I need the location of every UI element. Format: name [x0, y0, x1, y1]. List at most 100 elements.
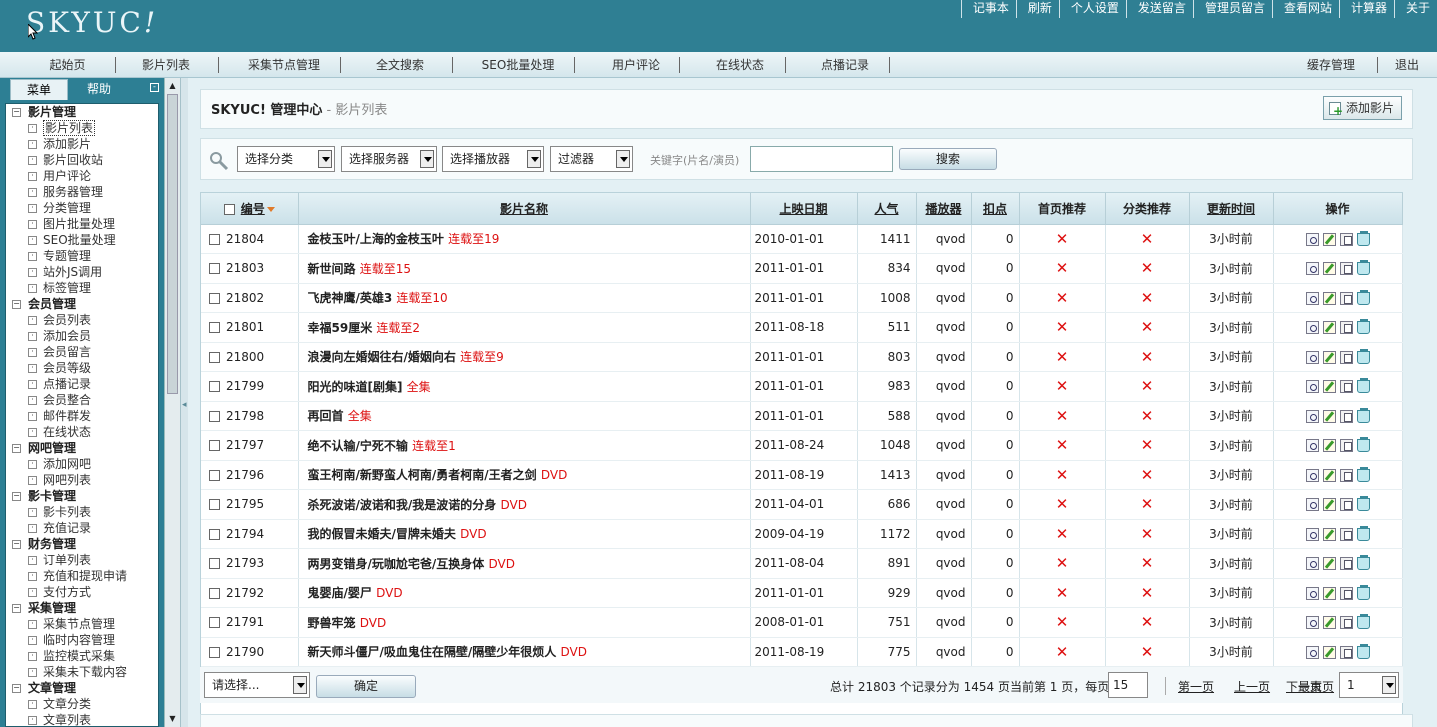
edit-icon[interactable] — [1322, 645, 1336, 659]
copy-icon[interactable] — [1339, 616, 1353, 630]
top-link[interactable]: 关于 — [1393, 0, 1437, 18]
row-checkbox[interactable] — [209, 440, 220, 452]
top-link[interactable]: 记事本 — [960, 0, 1016, 18]
row-checkbox[interactable] — [209, 469, 220, 481]
scroll-down-icon[interactable]: ▼ — [167, 713, 178, 725]
copy-icon[interactable] — [1339, 645, 1353, 659]
cross-icon[interactable]: ✕ — [1056, 259, 1069, 277]
edit-icon[interactable] — [1322, 586, 1336, 600]
cross-icon[interactable]: ✕ — [1056, 495, 1069, 513]
trash-icon[interactable] — [1356, 230, 1370, 246]
top-link[interactable]: 查看网站 — [1271, 0, 1339, 18]
edit-icon[interactable] — [1322, 321, 1336, 335]
cell-name[interactable]: 再回首 全集 — [298, 401, 751, 431]
col-popularity[interactable]: 人气 — [857, 193, 917, 225]
cross-icon[interactable]: ✕ — [1056, 318, 1069, 336]
edit-icon[interactable] — [1322, 468, 1336, 482]
confirm-button[interactable]: 确定 — [316, 675, 416, 698]
cell-category-recommend[interactable]: ✕ — [1105, 607, 1190, 638]
collapse-box-icon[interactable]: − — [12, 540, 21, 549]
menu-item[interactable]: · 标签管理 — [6, 280, 158, 296]
menu-item[interactable]: · 采集未下载内容 — [6, 664, 158, 680]
trash-icon[interactable] — [1356, 496, 1370, 512]
cell-home-recommend[interactable]: ✕ — [1019, 224, 1106, 254]
menu-group[interactable]: − 采集管理 — [6, 600, 158, 616]
row-checkbox[interactable] — [209, 292, 220, 304]
cell-name[interactable]: 我的假冒未婚夫/冒牌未婚夫 DVD — [298, 519, 751, 549]
first-page-link[interactable]: 第一页 — [1178, 678, 1214, 695]
cross-icon[interactable]: ✕ — [1141, 407, 1154, 425]
menu-item[interactable]: · 分类管理 — [6, 200, 158, 216]
cell-name[interactable]: 绝不认输/宁死不输 连载至1 — [298, 430, 751, 461]
menu-item[interactable]: · 订单列表 — [6, 552, 158, 568]
cross-icon[interactable]: ✕ — [1141, 348, 1154, 366]
trash-icon[interactable] — [1356, 555, 1370, 571]
cell-home-recommend[interactable]: ✕ — [1019, 253, 1106, 284]
cell-home-recommend[interactable]: ✕ — [1019, 401, 1106, 431]
cell-category-recommend[interactable]: ✕ — [1105, 224, 1190, 254]
cell-home-recommend[interactable]: ✕ — [1019, 283, 1106, 313]
copy-icon[interactable] — [1339, 586, 1353, 600]
view-icon[interactable] — [1305, 232, 1319, 246]
trash-icon[interactable] — [1356, 584, 1370, 600]
menu-item[interactable]: · 站外JS调用 — [6, 264, 158, 280]
nav-item[interactable]: SEO批量处理 — [456, 52, 580, 78]
row-checkbox[interactable] — [209, 499, 220, 511]
edit-icon[interactable] — [1322, 616, 1336, 630]
per-page-input[interactable]: 15 — [1108, 672, 1148, 698]
top-link[interactable]: 个人设置 — [1058, 0, 1126, 18]
edit-icon[interactable] — [1322, 527, 1336, 541]
trash-icon[interactable] — [1356, 466, 1370, 482]
copy-icon[interactable] — [1339, 232, 1353, 246]
cross-icon[interactable]: ✕ — [1141, 613, 1154, 631]
cell-category-recommend[interactable]: ✕ — [1105, 637, 1190, 667]
page-select[interactable]: 1 — [1339, 672, 1399, 698]
filter-select[interactable]: 过滤器 — [550, 146, 633, 172]
view-icon[interactable] — [1305, 262, 1319, 276]
cell-home-recommend[interactable]: ✕ — [1019, 548, 1106, 579]
menu-item[interactable]: · 网吧列表 — [6, 472, 158, 488]
copy-icon[interactable] — [1339, 262, 1353, 276]
collapse-icon[interactable]: - — [150, 83, 159, 92]
copy-icon[interactable] — [1339, 527, 1353, 541]
cross-icon[interactable]: ✕ — [1141, 643, 1154, 661]
row-checkbox[interactable] — [209, 233, 220, 245]
trash-icon[interactable] — [1356, 614, 1370, 630]
menu-item[interactable]: · 充值和提现申请 — [6, 568, 158, 584]
keyword-input[interactable] — [750, 146, 893, 172]
menu-item[interactable]: · 点播记录 — [6, 376, 158, 392]
nav-logout[interactable]: 退出 — [1382, 52, 1432, 78]
view-icon[interactable] — [1305, 468, 1319, 482]
cell-category-recommend[interactable]: ✕ — [1105, 283, 1190, 313]
row-checkbox[interactable] — [209, 322, 220, 334]
nav-item[interactable]: 采集节点管理 — [222, 52, 346, 78]
cross-icon[interactable]: ✕ — [1141, 466, 1154, 484]
cross-icon[interactable]: ✕ — [1056, 289, 1069, 307]
edit-icon[interactable] — [1322, 409, 1336, 423]
col-id[interactable]: 编号 — [201, 193, 299, 225]
top-link[interactable]: 管理员留言 — [1192, 0, 1272, 18]
view-icon[interactable] — [1305, 616, 1319, 630]
menu-item[interactable]: · 文章分类 — [6, 696, 158, 712]
cell-name[interactable]: 两男变错身/玩咖尬宅爸/互换身体 DVD — [298, 548, 751, 579]
row-checkbox[interactable] — [209, 410, 220, 422]
view-icon[interactable] — [1305, 291, 1319, 305]
copy-icon[interactable] — [1339, 409, 1353, 423]
view-icon[interactable] — [1305, 439, 1319, 453]
cell-name[interactable]: 飞虎神鹰/英雄3 连载至10 — [298, 283, 751, 313]
cross-icon[interactable]: ✕ — [1056, 348, 1069, 366]
trash-icon[interactable] — [1356, 407, 1370, 423]
copy-icon[interactable] — [1339, 380, 1353, 394]
cell-name[interactable]: 蛮王柯南/新野蛮人柯南/勇者柯南/王者之剑 DVD — [298, 460, 751, 490]
trash-icon[interactable] — [1356, 319, 1370, 335]
menu-item[interactable]: · 监控模式采集 — [6, 648, 158, 664]
menu-item[interactable]: · 用户评论 — [6, 168, 158, 184]
cross-icon[interactable]: ✕ — [1056, 584, 1069, 602]
menu-item[interactable]: · 添加会员 — [6, 328, 158, 344]
view-icon[interactable] — [1305, 498, 1319, 512]
view-icon[interactable] — [1305, 527, 1319, 541]
cross-icon[interactable]: ✕ — [1141, 377, 1154, 395]
cell-name[interactable]: 新天师斗僵尸/吸血鬼住在隔壁/隔壁少年很烦人 DVD — [298, 637, 751, 667]
row-checkbox[interactable] — [209, 587, 220, 599]
cell-home-recommend[interactable]: ✕ — [1019, 489, 1106, 520]
